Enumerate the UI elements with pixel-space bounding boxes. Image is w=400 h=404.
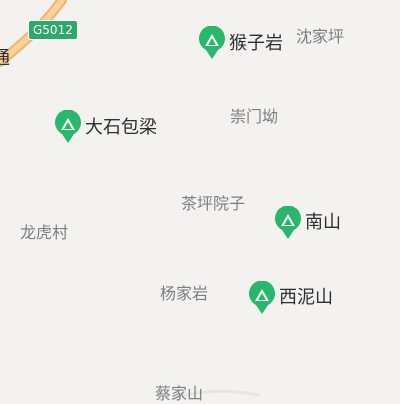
place-label-yangjiayan[interactable]: 杨家岩 <box>160 284 208 304</box>
place-label-chongmenao[interactable]: 崇门坳 <box>230 107 278 127</box>
peak-label-dashibaoliang[interactable]: 大石包梁 <box>85 117 157 139</box>
mountain-pin-icon[interactable] <box>198 26 226 60</box>
mountain-pin-icon[interactable] <box>274 206 302 240</box>
mountain-pin-icon[interactable] <box>248 281 276 315</box>
place-label-longhucun[interactable]: 龙虎村 <box>20 223 68 243</box>
map-view[interactable]: G5012 通 猴子岩 大石包梁 南山 西泥山 沈家坪 崇门坳 茶坪院子 龙虎村… <box>0 0 400 403</box>
mountain-pin-icon[interactable] <box>54 110 82 144</box>
peak-label-xinishan[interactable]: 西泥山 <box>279 287 333 309</box>
highway-shield-g5012[interactable]: G5012 <box>28 20 78 40</box>
place-label-edge: 通 <box>0 48 10 69</box>
place-label-caijiashan[interactable]: 蔡家山 <box>155 384 203 404</box>
peak-label-houziyan[interactable]: 猴子岩 <box>229 33 283 55</box>
peak-label-nanshan[interactable]: 南山 <box>305 212 341 234</box>
place-label-shenjiaping[interactable]: 沈家坪 <box>296 27 344 47</box>
place-label-chapingyuanzi[interactable]: 茶坪院子 <box>181 194 245 214</box>
